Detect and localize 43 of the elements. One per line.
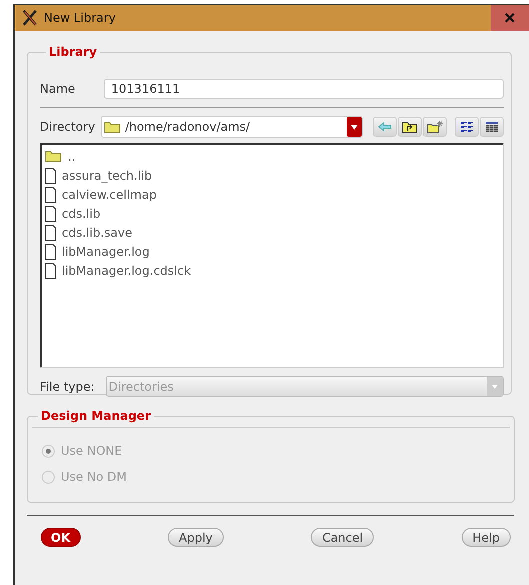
radio-label: Use No DM bbox=[61, 470, 127, 484]
dialog-button[interactable]: Cancel bbox=[311, 528, 374, 547]
folder-icon bbox=[45, 150, 63, 163]
detail-view-button[interactable] bbox=[480, 117, 504, 137]
window-title: New Library bbox=[44, 11, 117, 25]
group-title: Library bbox=[48, 45, 98, 59]
new-folder-button[interactable] bbox=[423, 117, 448, 137]
radio-label: Use NONE bbox=[61, 444, 122, 458]
table-view-icon bbox=[485, 121, 500, 133]
file-icon bbox=[45, 224, 57, 240]
new-folder-icon bbox=[426, 120, 444, 134]
close-button[interactable] bbox=[491, 5, 529, 31]
field-label: Directory bbox=[40, 120, 96, 134]
field-label: File type: bbox=[40, 380, 95, 394]
group-title: Design Manager bbox=[40, 409, 152, 423]
list-view-icon bbox=[460, 121, 474, 133]
file-icon bbox=[45, 206, 57, 222]
folder-icon bbox=[104, 120, 122, 134]
list-view-button[interactable] bbox=[455, 117, 480, 137]
field-label: Name bbox=[40, 82, 76, 96]
file-icon bbox=[45, 262, 57, 278]
dialog-button[interactable]: OK bbox=[41, 528, 80, 547]
dialog-button[interactable]: Help bbox=[462, 528, 511, 547]
file-item[interactable]: .. bbox=[68, 150, 76, 164]
x-logo-icon bbox=[22, 10, 38, 26]
folder-up-icon bbox=[402, 120, 418, 134]
file-item[interactable]: libManager.log bbox=[62, 244, 150, 258]
file-item[interactable]: cds.lib bbox=[62, 206, 101, 220]
file-item[interactable]: cds.lib.save bbox=[62, 226, 132, 240]
dropdown-arrow-icon bbox=[351, 124, 358, 130]
close-icon bbox=[505, 13, 515, 23]
dialog-button[interactable]: Apply bbox=[168, 528, 224, 547]
file-icon bbox=[45, 244, 57, 260]
parent-folder-button[interactable] bbox=[398, 117, 422, 137]
directory-combo[interactable]: /home/radonov/ams/ bbox=[101, 116, 364, 138]
name-field[interactable]: 101316111 bbox=[104, 79, 504, 99]
file-icon bbox=[45, 186, 57, 202]
file-item[interactable]: libManager.log.cdslck bbox=[62, 264, 192, 278]
file-item[interactable]: assura_tech.lib bbox=[62, 168, 152, 182]
file-item[interactable]: calview.cellmap bbox=[62, 188, 157, 202]
left-arrow-icon bbox=[378, 122, 392, 132]
file-icon bbox=[45, 168, 57, 184]
dropdown-arrow-icon bbox=[492, 384, 498, 388]
